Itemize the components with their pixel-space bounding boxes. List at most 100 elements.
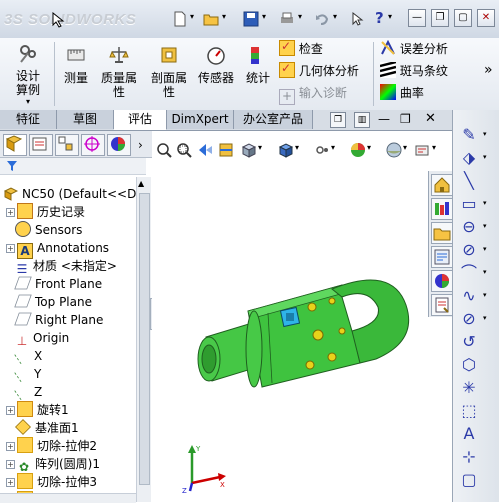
dropdown-arrow-icon[interactable]: ▾ [483,222,487,230]
tree-item[interactable]: ⊥ Origin [6,329,70,348]
dropdown-arrow-icon[interactable]: ▾ [367,143,371,152]
zoom-to-fit-icon[interactable] [156,142,172,158]
dropdown-arrow-icon[interactable]: ▾ [483,268,487,276]
panel-more-arrow-icon[interactable]: › [138,138,143,152]
tree-item[interactable]: Sensors [6,221,82,239]
select-arrow-icon[interactable] [349,11,365,27]
scrollbar-thumb[interactable] [139,193,150,485]
expand-toggle-icon[interactable]: + [6,478,15,487]
tree-item[interactable]: + 切除-拉伸3 [6,473,97,491]
text-icon[interactable]: A [457,423,481,445]
tab-sketch[interactable]: 草图 [57,110,114,129]
3d-part-model[interactable] [192,271,422,401]
tree-item[interactable]: + 历史记录 [6,203,85,221]
display-style-icon[interactable] [278,142,294,158]
tree-item[interactable]: 基准面1 [6,419,79,437]
expand-toggle-icon[interactable]: + [6,406,15,415]
print-icon[interactable] [279,11,295,27]
scroll-up-arrow-icon[interactable]: ▲ [138,179,144,188]
expand-toggle-icon[interactable]: + [6,442,15,451]
dropdown-arrow-icon[interactable]: ▾ [483,130,487,138]
dropdown-arrow-icon[interactable]: ▾ [222,12,226,21]
dropdown-arrow-icon[interactable]: ▾ [295,143,299,152]
import-diagnostics-button[interactable]: + 输入诊断 [279,84,347,106]
point-icon[interactable]: ✳ [457,377,481,399]
smart-dimension-icon[interactable]: ✎ [457,124,481,146]
tree-item[interactable]: + ✿ 阵列(圆周)1 [6,455,100,474]
dropdown-arrow-icon[interactable]: ▾ [331,143,335,152]
undo-icon[interactable] [314,11,330,27]
view-tile-button[interactable]: ▥ [354,112,370,128]
geometry-analysis-button[interactable]: ✓ 几何体分析 [279,61,359,84]
home-tab[interactable] [431,174,453,196]
dropdown-arrow-icon[interactable]: ▾ [483,245,487,253]
close-button[interactable]: ✕ [477,9,495,27]
edit-appearance-icon[interactable] [350,142,366,158]
view-restore-button[interactable]: ❐ [330,112,346,128]
expand-toggle-icon[interactable]: + [6,244,15,253]
polygon-icon[interactable]: ⬡ [457,354,481,376]
file-explorer-tab[interactable] [431,222,453,244]
arc-icon[interactable]: ⌒ [457,262,481,284]
dropdown-arrow-icon[interactable]: ▾ [190,12,194,21]
property-manager-tab[interactable] [29,134,53,156]
apply-scene-icon[interactable] [386,142,402,158]
tree-item[interactable]: + 旋转1 [6,401,69,419]
tab-dimxpert[interactable]: DimXpert [167,110,234,129]
circle-icon[interactable]: ⊘ [457,239,481,261]
dropdown-arrow-icon[interactable]: ▾ [333,12,337,21]
tree-item[interactable]: Right Plane [6,311,103,329]
section-view-icon[interactable] [218,142,234,158]
appearances-tab[interactable] [431,270,453,292]
tree-root[interactable]: NC50 (Default<<D [0,185,136,203]
zebra-stripes-button[interactable]: 斑马条纹 [379,60,448,84]
hide-show-items-icon[interactable] [314,142,330,158]
dropdown-arrow-icon[interactable]: ▾ [258,143,262,152]
spline-icon[interactable]: ∿ [457,285,481,307]
expand-toggle-icon[interactable]: + [6,460,15,469]
minimize-button[interactable]: — [408,9,426,27]
solidworks-logo[interactable]: 3S SOLIDWORKS [4,11,136,28]
filter-funnel-icon[interactable] [6,160,18,172]
fillet-icon[interactable]: ↺ [457,331,481,353]
view-settings-icon[interactable] [414,142,430,158]
configuration-manager-tab[interactable] [55,134,79,156]
statistics-button[interactable]: 统计 [242,44,274,85]
centerline-icon[interactable]: ⊹ [457,446,481,468]
design-study-button[interactable]: 设计算例 ▾ [6,42,50,107]
sketch-entity-icon[interactable]: ⬗ [457,147,481,169]
tree-item[interactable]: Z [6,383,42,401]
dropdown-arrow-icon[interactable]: ▾ [483,314,487,322]
section-properties-button[interactable]: 剖面属 性 [146,44,192,99]
trim-icon[interactable]: ▢ [457,469,481,491]
construction-icon[interactable]: ⬚ [457,400,481,422]
more-commands-button[interactable]: » [484,62,493,78]
sensor-button[interactable]: 传感器 [194,44,238,85]
dimxpert-manager-tab[interactable] [81,134,105,156]
open-folder-icon[interactable] [203,11,219,27]
tree-item[interactable]: Y [6,365,41,383]
graphics-area[interactable]: ▾ ▾ ▾ ▾ ▾ ▾ Y X Z [152,131,452,502]
tree-item[interactable]: Front Plane [6,275,102,293]
view-minimize-button[interactable]: — [378,112,390,126]
tab-evaluate[interactable]: 评估 [114,110,167,130]
dropdown-arrow-icon[interactable]: ▾ [388,12,392,21]
save-icon[interactable] [243,11,259,27]
dropdown-arrow-icon[interactable]: ▾ [483,199,487,207]
maximize-button[interactable]: ▢ [454,9,472,27]
tree-item[interactable]: + A Annotations [6,239,109,259]
search-tab[interactable] [431,246,453,268]
view-orientation-icon[interactable] [241,142,257,158]
filter-bar[interactable] [0,158,146,175]
tab-features[interactable]: 特征 [0,110,57,129]
dropdown-arrow-icon[interactable]: ▾ [6,97,50,107]
line-icon[interactable]: ╲ [457,170,481,192]
dropdown-arrow-icon[interactable]: ▾ [403,143,407,152]
display-manager-tab[interactable] [107,134,131,156]
help-icon[interactable]: ? [375,9,384,27]
feature-tree-tab[interactable] [3,134,27,156]
tab-office-products[interactable]: 办公室产品 [234,110,313,129]
deviation-analysis-button[interactable]: 误差分析 [380,39,448,62]
expand-toggle-icon[interactable]: + [6,208,15,217]
design-library-tab[interactable] [431,198,453,220]
